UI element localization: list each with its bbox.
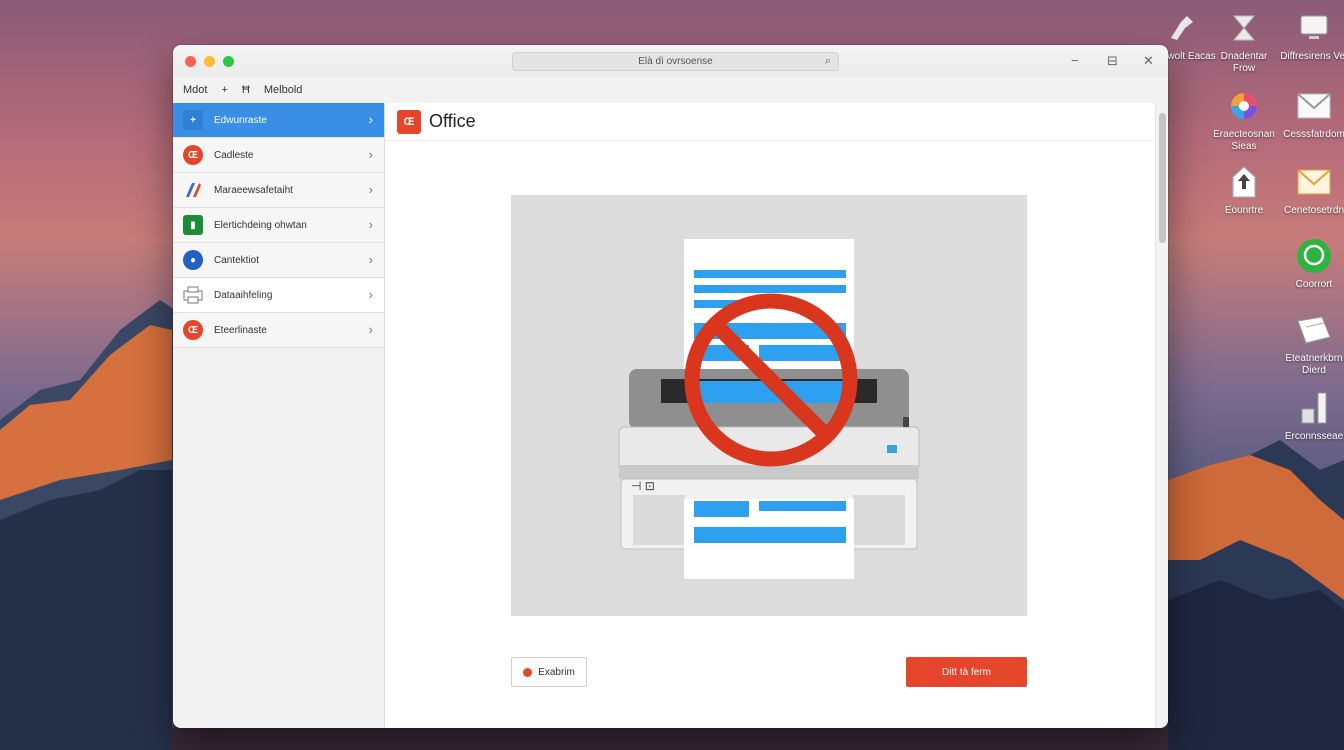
scrollbar-thumb[interactable]	[1159, 113, 1166, 243]
minimize-button[interactable]: −	[1071, 53, 1079, 68]
desktop-icon-10[interactable]: Erconnsseae	[1279, 388, 1344, 443]
arrow-up-icon	[1224, 162, 1264, 202]
restore-button[interactable]: ⊟	[1107, 53, 1118, 69]
excel-icon: ▮	[183, 215, 203, 235]
office-icon: Œ	[183, 145, 203, 165]
notebook-icon	[1294, 310, 1334, 350]
desktop-icon-4[interactable]: Eraecteosnan Sieas	[1209, 86, 1279, 153]
close-window-button[interactable]	[185, 56, 196, 67]
svg-text:⊣ ⊡: ⊣ ⊡	[631, 479, 655, 493]
office-dot-icon	[523, 667, 533, 677]
secondary-button[interactable]: Exabrim	[511, 657, 587, 687]
menu-item-1[interactable]: +	[221, 84, 227, 96]
office-header: Œ Office	[385, 103, 1168, 141]
office-icon: Œ	[183, 320, 203, 340]
desktop-icon-label: Erconnsseae	[1284, 431, 1344, 442]
desktop-icon-7[interactable]: Cenetosetrdn	[1279, 162, 1344, 217]
mail-icon	[1294, 86, 1334, 126]
desktop-icon-label: Cesssfatrdom	[1283, 129, 1344, 140]
chevron-right-icon: ›	[368, 252, 373, 267]
chat-icon	[1294, 236, 1334, 276]
hourglass-icon	[1224, 8, 1264, 48]
scrollbar[interactable]	[1155, 103, 1168, 728]
desktop-icon-8[interactable]: Coorrort	[1279, 236, 1344, 291]
sidebar-item-6[interactable]: Œ Eteerlinaste ›	[173, 313, 384, 348]
menu-item-0[interactable]: Mdot	[183, 84, 207, 96]
main-panel: Œ Office ⊣ ⊡ Exabrim Ditt tà ferm	[385, 103, 1168, 728]
desktop-icon-label: Dnadentar Frow	[1220, 51, 1268, 74]
menu-item-3[interactable]: Melbold	[264, 84, 303, 96]
sidebar-item-label: Eteerlinaste	[214, 324, 267, 336]
sidebar-item-label: Cadleste	[214, 149, 254, 161]
desktop-icon-label: Eteatnerkbrn Dierd	[1285, 353, 1343, 376]
chevron-right-icon: ›	[368, 147, 373, 162]
sidebar-item-label: Maraeewsafetaiht	[214, 184, 293, 196]
sidebar-item-3[interactable]: ▮ Elertichdeing ohwtan ›	[173, 208, 384, 243]
desktop-icon-label: Cenetosetrdn	[1283, 205, 1344, 216]
menubar: Mdot + Ħ Melbold	[173, 77, 1168, 103]
sidebar-item-1[interactable]: Œ Cadleste ›	[173, 138, 384, 173]
sidebar-item-4[interactable]: ● Cantektiot ›	[173, 243, 384, 278]
desktop-icon-2[interactable]: Dnadentar Frow	[1209, 8, 1279, 75]
desktop-icon-9[interactable]: Eteatnerkbrn Dierd	[1279, 310, 1344, 377]
chevron-right-icon: ›	[368, 112, 373, 127]
sidebar-item-2[interactable]: Maraeewsafetaiht ›	[173, 173, 384, 208]
color-wheel-icon	[1224, 86, 1264, 126]
chevron-right-icon: ›	[368, 287, 373, 302]
address-bar[interactable]: Elà dì ovrsoense ⌕	[512, 52, 839, 71]
chevron-right-icon: ›	[368, 182, 373, 197]
desktop-icon-label: Coorrort	[1295, 279, 1333, 290]
desktop-icon-label: Eraecteosnan Sieas	[1213, 129, 1275, 152]
page-title: Office	[429, 111, 476, 131]
chevron-right-icon: ›	[368, 322, 373, 337]
desktop-icon-label: Diffresirens Vet	[1280, 51, 1344, 62]
menu-item-2[interactable]: Ħ	[242, 84, 250, 96]
music-icon	[1294, 388, 1334, 428]
zoom-window-button[interactable]	[223, 56, 234, 67]
desktop-icon-6[interactable]: Eounrtre	[1209, 162, 1279, 217]
desktop-icon-5[interactable]: Cesssfatrdom	[1279, 86, 1344, 141]
content-area: + Edwunraste › Œ Cadleste › Maraeewsafet…	[173, 103, 1168, 728]
sidebar-item-label: Dataaihfeling	[214, 289, 273, 301]
sidebar-item-label: Elertichdeing ohwtan	[214, 219, 307, 231]
search-icon[interactable]: ⌕	[825, 55, 831, 68]
desktop-icon-3[interactable]: Diffresirens Vet	[1279, 8, 1344, 63]
outlook-icon: ●	[183, 250, 203, 270]
primary-button[interactable]: Ditt tà ferm	[906, 657, 1027, 687]
secondary-button-label: Exabrim	[538, 666, 575, 678]
desktop-icon-label: Eounrtre	[1224, 205, 1264, 216]
sidebar-item-label: Cantektiot	[214, 254, 260, 266]
minimize-window-button[interactable]	[204, 56, 215, 67]
titlebar: Elà dì ovrsoense ⌕ − ⊟ ✕	[173, 45, 1168, 77]
pencil-icon	[183, 180, 203, 200]
sidebar-item-5[interactable]: Dataaihfeling ›	[173, 278, 384, 313]
mail-icon	[1294, 162, 1334, 202]
app-window: Elà dì ovrsoense ⌕ − ⊟ ✕ Mdot + Ħ Melbol…	[173, 45, 1168, 728]
sidebar-item-0[interactable]: + Edwunraste ›	[173, 103, 384, 138]
chevron-right-icon: ›	[368, 217, 373, 232]
printer-prohibited-graphic: ⊣ ⊡	[618, 239, 920, 579]
monitor-icon	[1294, 8, 1334, 48]
office-logo-icon: Œ	[397, 109, 421, 134]
sidebar: + Edwunraste › Œ Cadleste › Maraeewsafet…	[173, 103, 385, 728]
printing-blocked-illustration: ⊣ ⊡	[511, 195, 1027, 616]
plus-icon: +	[183, 110, 203, 130]
telescope-icon	[1161, 8, 1201, 48]
printer-icon	[183, 285, 203, 305]
close-button[interactable]: ✕	[1143, 53, 1154, 69]
sidebar-item-label: Edwunraste	[214, 114, 267, 126]
traffic-lights	[185, 56, 234, 67]
address-text: Elà dì ovrsoense	[638, 56, 713, 67]
